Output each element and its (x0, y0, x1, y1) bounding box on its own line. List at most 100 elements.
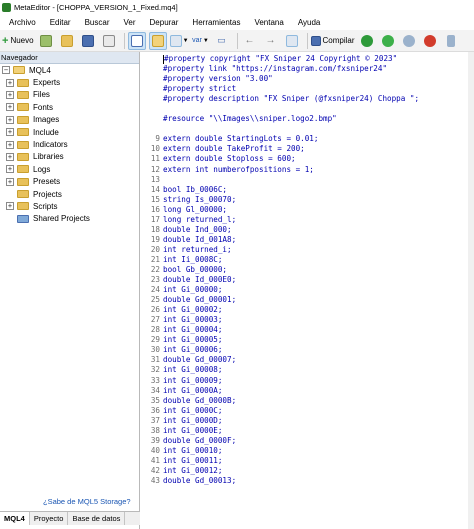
code-line[interactable]: 35 double Gd_0000B; (141, 396, 474, 406)
code-line[interactable]: 29 int Gi_00005; (141, 335, 474, 345)
tab-mql4[interactable]: MQL4 (0, 512, 30, 525)
code-line[interactable]: 28 int Gi_00004; (141, 325, 474, 335)
menu-ventana[interactable]: Ventana (247, 18, 290, 27)
tab-proyecto[interactable]: Proyecto (30, 512, 69, 525)
code-line[interactable]: 23 double Id_000E0; (141, 275, 474, 285)
code-line[interactable]: #resource "\\Images\\sniper.logo2.bmp" (141, 114, 474, 124)
code-line[interactable]: 17 long returned_l; (141, 215, 474, 225)
compile-button[interactable]: Compilar (310, 32, 355, 50)
expand-icon[interactable]: + (6, 152, 14, 161)
bookmark-button[interactable]: ▭ (213, 32, 231, 50)
code-line[interactable]: 33 int Gi_00009; (141, 376, 474, 386)
tree-item-indicators[interactable]: + Indicators (0, 138, 139, 150)
toolbox-toggle-button[interactable] (148, 31, 167, 50)
code-editor[interactable]: #property copyright "FX Sniper 24 Copyri… (141, 52, 474, 529)
vertical-scrollbar[interactable] (468, 52, 474, 529)
code-line[interactable]: #property strict (141, 84, 474, 94)
variables-button[interactable]: var ▼ (192, 32, 210, 50)
code-line[interactable]: 34 int Gi_0000A; (141, 386, 474, 396)
tree-item-fonts[interactable]: + Fonts (0, 101, 139, 113)
collapse-icon[interactable]: − (2, 66, 10, 75)
tree-item-libraries[interactable]: + Libraries (0, 151, 139, 163)
code-line[interactable]: 21 int Ii_0008C; (141, 255, 474, 265)
tree-item-logs[interactable]: + Logs (0, 163, 139, 175)
menu-archivo[interactable]: Archivo (2, 18, 43, 27)
tree-item-experts[interactable]: + Experts (0, 76, 139, 88)
code-line[interactable]: 26 int Gi_00002; (141, 305, 474, 315)
menu-depurar[interactable]: Depurar (143, 18, 186, 27)
code-line[interactable]: #property copyright "FX Sniper 24 Copyri… (141, 54, 474, 64)
back-button[interactable]: ← (241, 32, 259, 50)
new-file-button[interactable]: + Nuevo (2, 32, 34, 50)
code-area[interactable]: #property copyright "FX Sniper 24 Copyri… (141, 54, 474, 486)
code-line[interactable]: #property version "3.00" (141, 74, 474, 84)
expand-icon[interactable]: + (6, 115, 14, 124)
expand-icon[interactable]: + (6, 103, 14, 112)
code-line[interactable]: 42 int Gi_00012; (141, 466, 474, 476)
code-line[interactable]: 39 double Gd_0000F; (141, 436, 474, 446)
tree-item-images[interactable]: + Images (0, 114, 139, 126)
menu-ver[interactable]: Ver (117, 18, 143, 27)
code-line[interactable]: 9 extern double StartingLots = 0.01; (141, 134, 474, 144)
code-line[interactable]: 22 bool Gb_00000; (141, 265, 474, 275)
code-line[interactable]: 19 double Id_001A8; (141, 235, 474, 245)
code-line[interactable]: 10 extern double TakeProfit = 200; (141, 144, 474, 154)
debug-run-button[interactable] (379, 32, 397, 50)
style-dropdown-button[interactable]: ▼ (169, 32, 189, 50)
save-button[interactable] (79, 32, 97, 50)
tree-root-mql4[interactable]: − MQL4 (0, 64, 139, 76)
print-button[interactable] (100, 32, 118, 50)
tree-item-scripts[interactable]: + Scripts (0, 200, 139, 212)
code-line[interactable]: 25 double Gd_00001; (141, 295, 474, 305)
code-line[interactable]: #property link "https://instagram.com/fx… (141, 64, 474, 74)
tree-item-include[interactable]: + Include (0, 126, 139, 138)
debug-start-button[interactable] (358, 32, 376, 50)
code-line[interactable]: 24 int Gi_00000; (141, 285, 474, 295)
stop-button[interactable] (421, 32, 439, 50)
menu-editar[interactable]: Editar (43, 18, 78, 27)
navigator-toggle-button[interactable] (127, 31, 146, 50)
code-line[interactable]: 11 extern double Stoploss = 600; (141, 154, 474, 164)
mql5-storage-link[interactable]: ¿Sabe de MQL5 Storage? (43, 497, 131, 506)
expand-icon[interactable]: + (6, 140, 14, 149)
code-line[interactable]: 15 string Is_00070; (141, 195, 474, 205)
code-line[interactable] (141, 124, 474, 134)
menu-herramientas[interactable]: Herramientas (185, 18, 247, 27)
code-line[interactable]: 40 int Gi_00010; (141, 446, 474, 456)
code-line[interactable]: 14 bool Ib_0006C; (141, 185, 474, 195)
tab-base-de-datos[interactable]: Base de datos (68, 512, 126, 525)
code-line[interactable]: 32 int Gi_00008; (141, 365, 474, 375)
code-line[interactable]: 18 double Ind_000; (141, 225, 474, 235)
menu-buscar[interactable]: Buscar (78, 18, 117, 27)
code-line[interactable] (141, 104, 474, 114)
forward-button[interactable]: → (262, 32, 280, 50)
code-line[interactable]: 13 (141, 175, 474, 185)
expand-icon[interactable]: + (6, 165, 14, 174)
code-line[interactable]: 38 int Gi_0000E; (141, 426, 474, 436)
code-line[interactable]: 16 long Gl_00000; (141, 205, 474, 215)
expand-icon[interactable]: + (6, 202, 14, 211)
open-folder-button[interactable] (58, 32, 76, 50)
code-line[interactable]: 41 int Gi_00011; (141, 456, 474, 466)
expand-icon[interactable]: + (6, 90, 14, 99)
tree-item-presets[interactable]: + Presets (0, 176, 139, 188)
tree-item-files[interactable]: + Files (0, 89, 139, 101)
code-line[interactable]: 27 int Gi_00003; (141, 315, 474, 325)
code-line[interactable]: 43 double Gd_00013; (141, 476, 474, 486)
code-line[interactable]: #property description "FX Sniper (@fxsni… (141, 94, 474, 104)
tree-item-projects[interactable]: Projects (0, 188, 139, 200)
expand-icon[interactable]: + (6, 128, 14, 137)
expand-icon[interactable]: + (6, 177, 14, 186)
code-line[interactable]: 31 double Gd_00007; (141, 355, 474, 365)
code-line[interactable]: 36 int Gi_0000C; (141, 406, 474, 416)
code-line[interactable]: 20 int returned_i; (141, 245, 474, 255)
open-mql-button[interactable] (37, 32, 55, 50)
tree-item-shared-projects[interactable]: Shared Projects (0, 213, 139, 225)
more-button[interactable] (442, 32, 460, 50)
code-line[interactable]: 37 int Gi_0000D; (141, 416, 474, 426)
code-line[interactable]: 30 int Gi_00006; (141, 345, 474, 355)
menu-ayuda[interactable]: Ayuda (291, 18, 328, 27)
code-line[interactable]: 12 extern int numberofpositions = 1; (141, 165, 474, 175)
pause-button[interactable] (400, 32, 418, 50)
find-button[interactable] (283, 32, 301, 50)
